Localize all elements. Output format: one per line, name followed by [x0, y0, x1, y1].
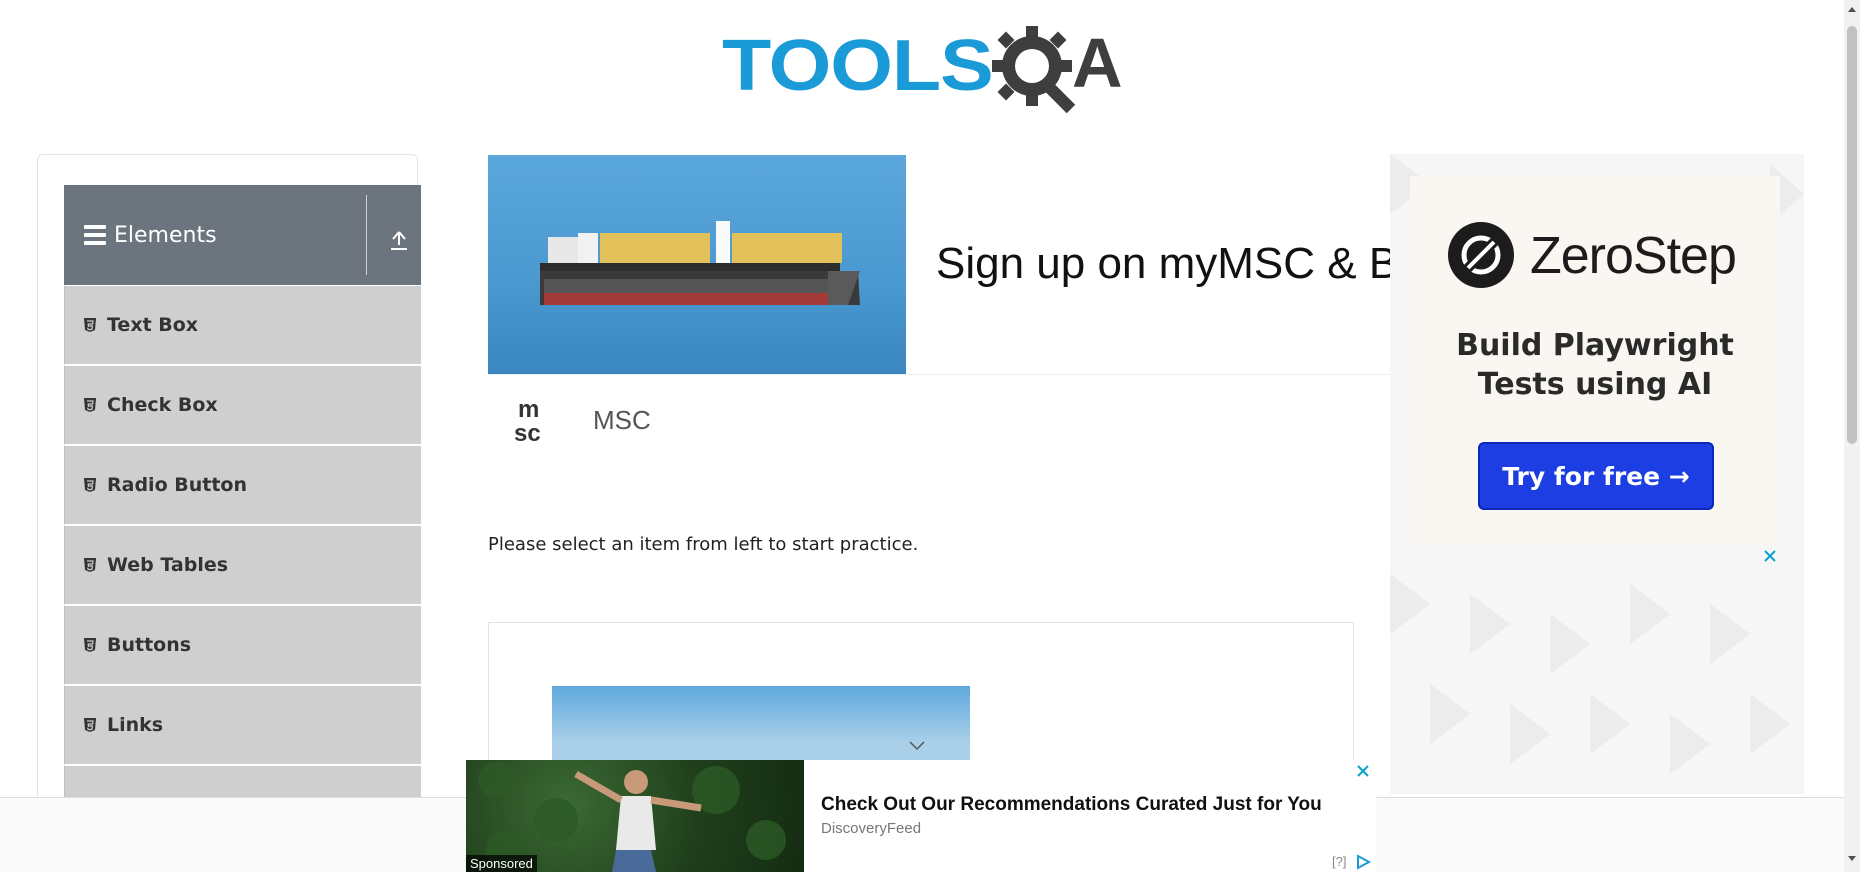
html5-icon [84, 398, 96, 412]
ad-tagline-line2: Tests using AI [1477, 367, 1713, 402]
logo-text-tools: TOOLS [722, 26, 994, 106]
sidebar-item-label: Buttons [107, 634, 192, 656]
zerostep-ad[interactable]: ZeroStep Build Playwright Tests using AI… [1390, 154, 1804, 794]
ad-tagline-line1: Build Playwright [1456, 328, 1734, 363]
sidebar-item-label: Text Box [107, 314, 199, 336]
sidebar-item-web-tables[interactable]: Web Tables [64, 526, 421, 605]
html5-icon [84, 638, 96, 652]
ad-tagline: Build Playwright Tests using AI [1410, 326, 1780, 404]
sidebar-item-links[interactable]: Links [64, 686, 421, 765]
container-ship-illustration [540, 221, 860, 305]
html5-icon [84, 318, 96, 332]
html5-icon [84, 558, 96, 572]
ad-help-link[interactable]: [?] [1332, 854, 1346, 869]
ad-source: DiscoveryFeed [821, 820, 922, 837]
menu-bars-icon [84, 225, 106, 245]
ad-brand-name: MSC [593, 405, 651, 435]
chevron-down-icon[interactable] [908, 740, 926, 752]
inner-ad-image[interactable] [552, 686, 970, 766]
scroll-up-arrow-icon[interactable] [1847, 4, 1857, 14]
msc-logo-mark: m sc [514, 396, 541, 447]
close-icon[interactable] [1762, 548, 1778, 564]
sidebar-item-label: Check Box [107, 394, 218, 416]
scroll-down-arrow-icon[interactable] [1847, 854, 1857, 864]
ship-image [488, 155, 906, 374]
sidebar-item-check-box[interactable]: Check Box [64, 366, 421, 445]
logo-text-a: A [1072, 24, 1123, 102]
svg-text:sc: sc [514, 420, 541, 445]
divider [366, 195, 367, 275]
elements-group-header[interactable]: Elements [64, 185, 421, 285]
sidebar-item-label: Web Tables [107, 554, 229, 576]
scrollbar-thumb[interactable] [1847, 26, 1857, 444]
toolsqa-logo[interactable]: TOOLS A [722, 18, 1124, 114]
msc-logo: m sc [512, 395, 568, 447]
msc-ad[interactable]: Sign up on myMSC & B m sc MSC [488, 155, 1398, 465]
sponsored-label: Sponsored [466, 855, 537, 872]
sidebar-menu: Text Box Check Box Radio Button Web Tabl… [64, 286, 421, 845]
divider [488, 374, 1390, 375]
adchoices-icon[interactable] [1354, 854, 1372, 870]
sidebar-item-radio-button[interactable]: Radio Button [64, 446, 421, 525]
sidebar-item-label: Links [107, 714, 164, 736]
sidebar-item-label: Radio Button [107, 474, 247, 496]
sidebar-item-buttons[interactable]: Buttons [64, 606, 421, 685]
close-icon[interactable] [1356, 764, 1370, 778]
html5-icon [84, 478, 96, 492]
practice-instruction: Please select an item from left to start… [488, 534, 919, 555]
collapse-arrow-icon[interactable] [390, 229, 408, 251]
page-scrollbar[interactable] [1844, 0, 1860, 872]
bottom-ad[interactable]: Sponsored Check Out Our Recommendations … [466, 760, 1376, 872]
zerostep-logo-icon [1448, 222, 1514, 288]
try-for-free-button[interactable]: Try for free → [1478, 442, 1714, 510]
ad-image: Sponsored [466, 760, 804, 872]
page: TOOLS A Elements Text Box Check Box Radi… [0, 0, 1860, 872]
ad-title[interactable]: Check Out Our Recommendations Curated Ju… [821, 794, 1322, 816]
html5-icon [84, 718, 96, 732]
ad-headline: Sign up on myMSC & B [936, 239, 1399, 288]
zerostep-card: ZeroStep Build Playwright Tests using AI… [1410, 176, 1780, 546]
ad-brand-name: ZeroStep [1530, 227, 1737, 285]
svg-text:m: m [518, 396, 539, 423]
sidebar-item-text-box[interactable]: Text Box [64, 286, 421, 365]
group-title: Elements [114, 222, 217, 248]
